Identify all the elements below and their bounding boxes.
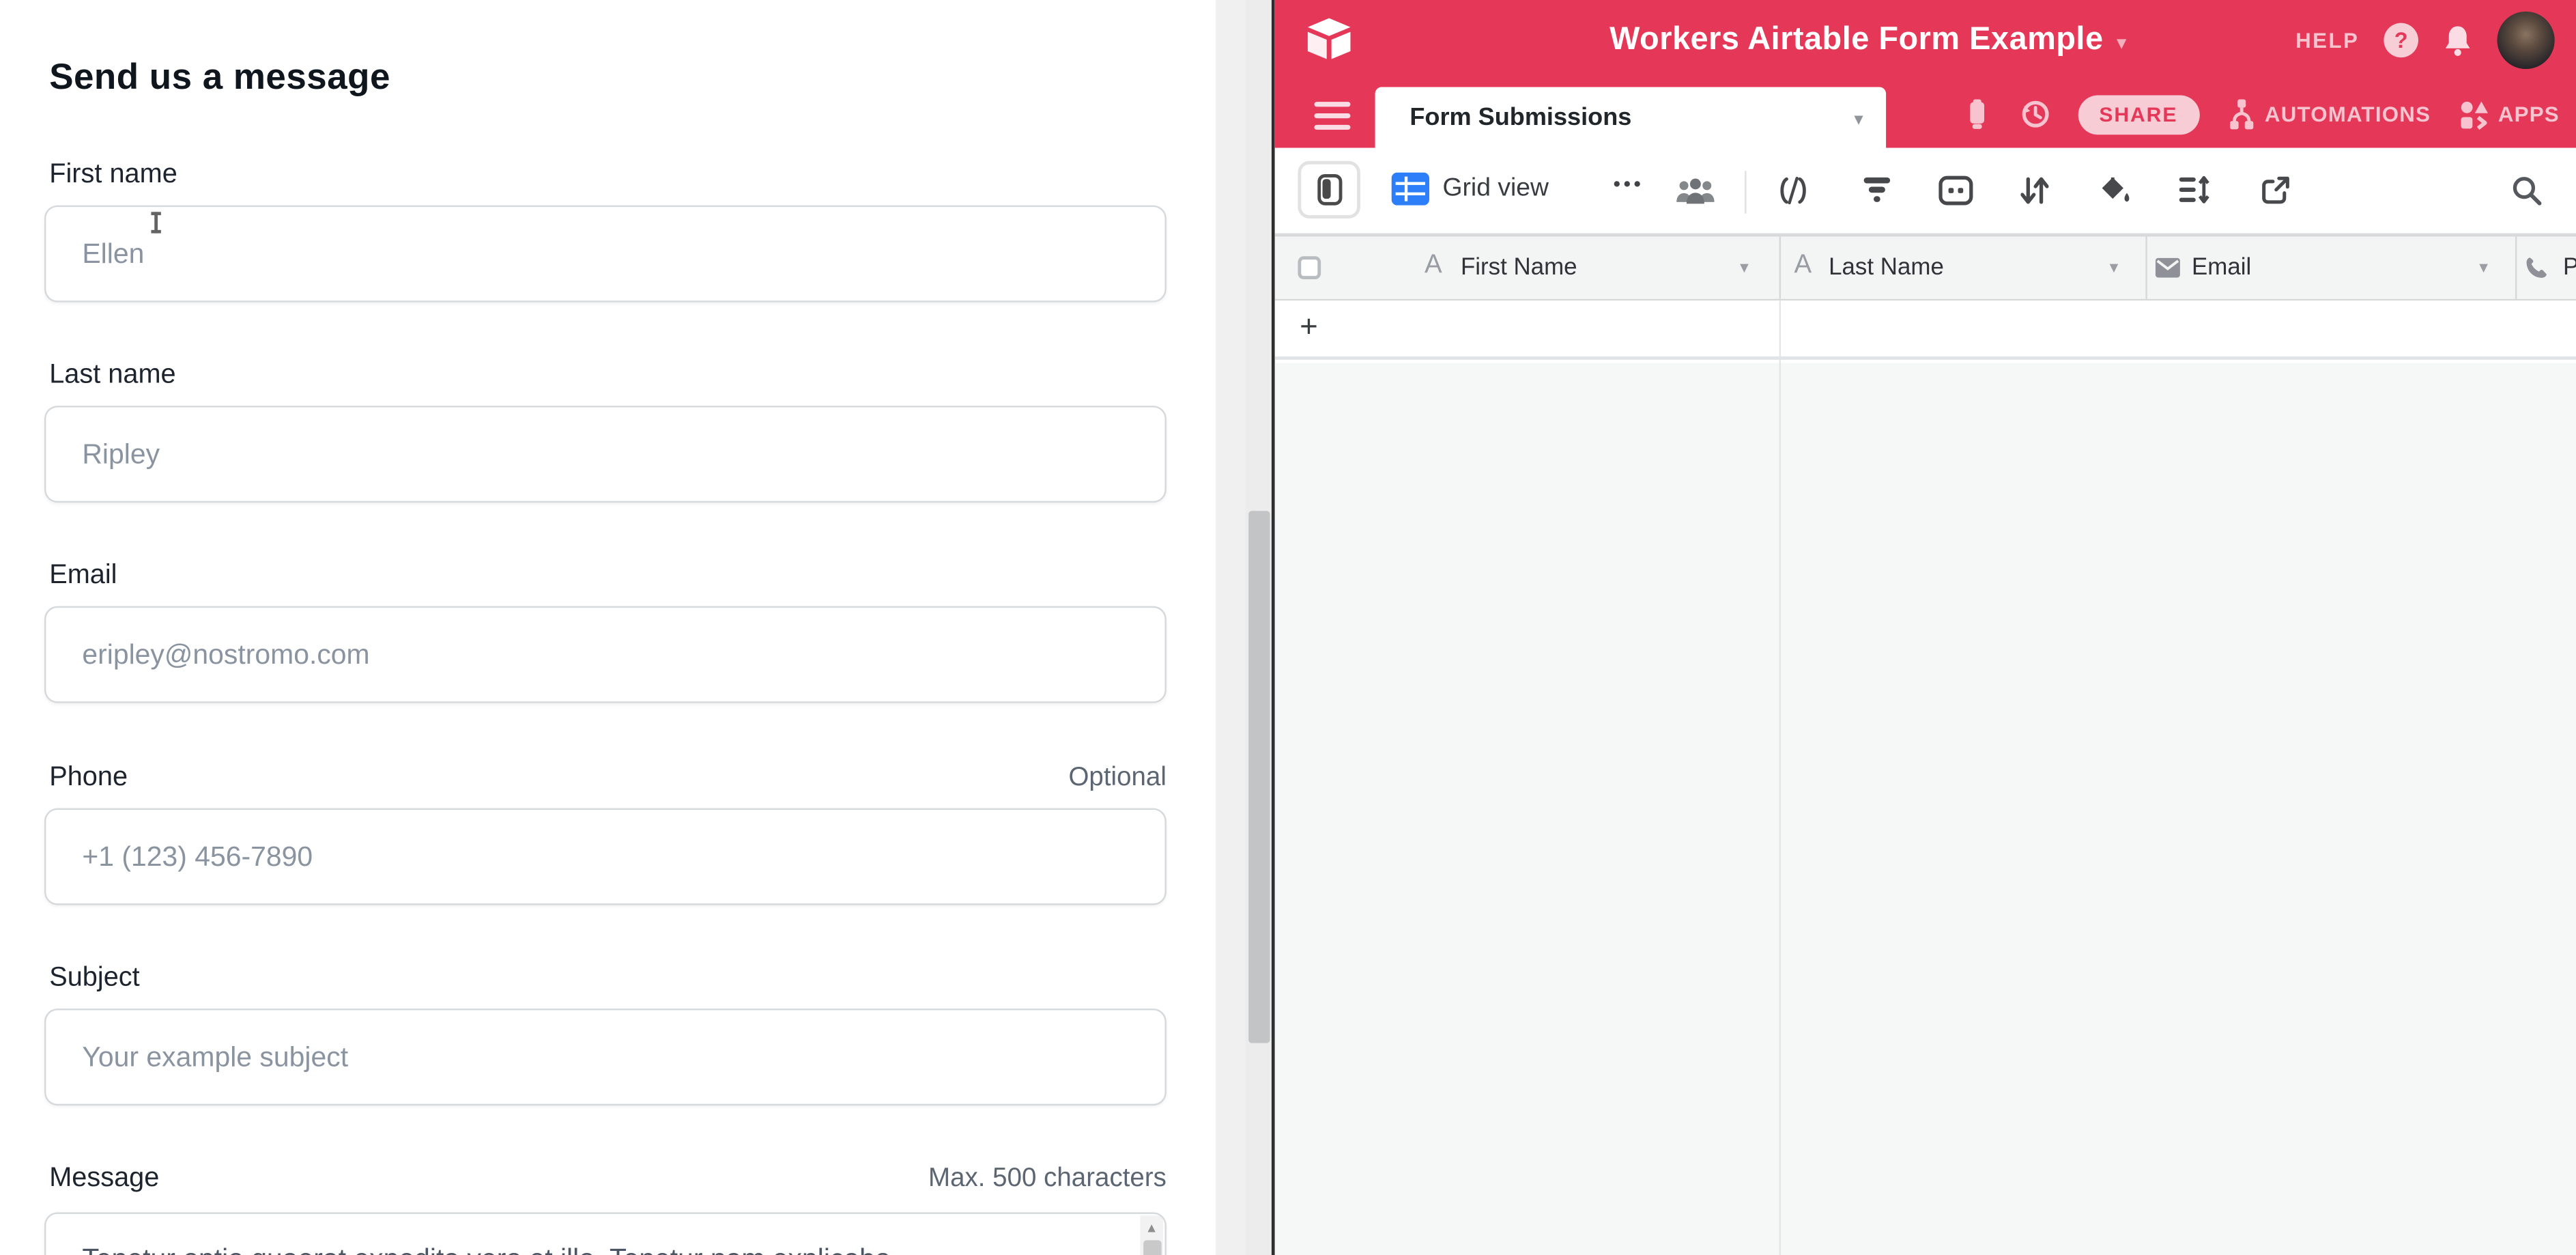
base-title-caret-icon[interactable]: ▾ <box>2117 26 2127 54</box>
subject-label: Subject <box>49 963 139 994</box>
column-caret-icon[interactable]: ▾ <box>2479 258 2488 278</box>
color-icon[interactable] <box>2100 175 2131 205</box>
search-icon[interactable] <box>2512 175 2541 205</box>
filter-icon[interactable] <box>1863 175 1891 203</box>
apps-label: APPS <box>2498 102 2560 126</box>
text-cursor-icon <box>154 212 157 233</box>
text-field-type-icon: A <box>1425 251 1442 281</box>
apps-button[interactable]: APPS <box>2459 100 2560 129</box>
apps-icon <box>2459 100 2488 129</box>
last-name-input[interactable] <box>44 406 1167 503</box>
first-name-input[interactable] <box>44 206 1167 302</box>
share-button-label: SHARE <box>2099 102 2177 126</box>
message-max-hint: Max. 500 characters <box>928 1165 1167 1194</box>
topbar-right-cluster: HELP ? <box>2295 0 2554 81</box>
text-field-type-icon: A <box>1794 251 1812 281</box>
trash-icon[interactable] <box>1963 98 1991 130</box>
message-textarea[interactable]: Tenetur optio quaerat expedita vero et i… <box>44 1212 1167 1255</box>
add-record-plus-icon[interactable]: + <box>1300 300 1318 356</box>
phone-optional-hint: Optional <box>1068 764 1166 793</box>
table-header-row: A First Name ▾ A Last Name ▾ Email ▾ <box>1275 235 2576 300</box>
column-header-phone[interactable]: Phone <box>2563 255 2576 281</box>
page-scrollbar-thumb[interactable] <box>1248 511 1269 1043</box>
menu-hamburger-icon[interactable] <box>1315 102 1351 130</box>
view-more-options-icon[interactable]: ••• <box>1614 173 1644 196</box>
history-icon[interactable] <box>2018 98 2050 130</box>
share-view-icon[interactable] <box>2261 175 2290 205</box>
column-header-last-name[interactable]: Last Name <box>1829 255 1944 281</box>
group-icon[interactable] <box>1938 175 1973 205</box>
share-button[interactable]: SHARE <box>2078 94 2199 134</box>
views-sidebar-toggle-button[interactable] <box>1298 160 1360 218</box>
add-record-row[interactable]: + <box>1275 300 2576 360</box>
grid-empty-area <box>1275 363 2576 1255</box>
sidebar-panel-icon <box>1317 173 1341 205</box>
airtable-logo-icon[interactable] <box>1304 16 1354 61</box>
help-question-icon[interactable]: ? <box>2384 23 2418 58</box>
airtable-panel: Workers Airtable Form Example ▾ HELP ? F… <box>1275 0 2576 1255</box>
column-separator[interactable] <box>1779 236 1781 298</box>
base-title-menu[interactable]: Workers Airtable Form Example ▾ <box>1456 0 2280 81</box>
form-title: Send us a message <box>49 56 390 99</box>
grid-view-icon[interactable] <box>1392 173 1429 206</box>
sort-icon[interactable] <box>2021 175 2049 205</box>
hide-fields-icon[interactable] <box>1777 175 1809 205</box>
page-scrollbar <box>1216 0 1271 1255</box>
last-name-label: Last name <box>49 360 175 391</box>
frozen-column-divider <box>1779 300 1781 1255</box>
email-field-type-icon <box>2156 258 2180 278</box>
select-all-checkbox[interactable] <box>1298 256 1321 279</box>
message-scrollbar[interactable]: ▲ <box>1140 1215 1163 1255</box>
email-label: Email <box>49 560 117 591</box>
column-separator[interactable] <box>2515 236 2517 298</box>
base-title[interactable]: Workers Airtable Form Example <box>1609 21 2103 59</box>
phone-input[interactable] <box>44 808 1167 905</box>
phone-label: Phone <box>49 762 128 793</box>
column-header-email[interactable]: Email <box>2192 255 2251 281</box>
view-toolbar: Grid view ••• <box>1275 148 2576 236</box>
tab-caret-icon[interactable]: ▾ <box>1854 105 1863 130</box>
subject-input[interactable] <box>44 1009 1167 1105</box>
automations-label: AUTOMATIONS <box>2265 102 2431 126</box>
first-name-label: First name <box>49 159 177 191</box>
column-caret-icon[interactable]: ▾ <box>2110 258 2119 278</box>
phone-field-type-icon <box>2525 256 2549 279</box>
screen: Send us a message First name Last name E… <box>0 0 2576 1255</box>
email-input[interactable] <box>44 606 1167 703</box>
row-height-icon[interactable] <box>2179 175 2210 203</box>
help-button[interactable]: HELP <box>2295 28 2359 53</box>
message-scrollbar-thumb[interactable] <box>1143 1240 1160 1255</box>
view-name-button[interactable]: Grid view <box>1442 174 1549 203</box>
contact-form-panel: Send us a message First name Last name E… <box>0 0 1216 1255</box>
tab-form-submissions[interactable]: Form Submissions ▾ <box>1375 87 1887 148</box>
user-avatar[interactable] <box>2497 12 2554 69</box>
tabbar-right-cluster: SHARE AUTOMATIONS <box>1963 81 2560 148</box>
message-label: Message <box>49 1163 159 1194</box>
bell-icon[interactable] <box>2443 24 2472 57</box>
message-text: Tenetur optio quaerat expedita vero et i… <box>46 1214 1135 1255</box>
table-tab-label: Form Submissions <box>1409 104 1631 132</box>
automations-button[interactable]: AUTOMATIONS <box>2227 98 2431 130</box>
automations-icon <box>2227 98 2255 130</box>
column-separator[interactable] <box>2146 236 2147 298</box>
column-header-first-name[interactable]: First Name <box>1461 255 1577 281</box>
column-caret-icon[interactable]: ▾ <box>1740 258 1749 278</box>
scroll-up-arrow-icon[interactable]: ▲ <box>1140 1220 1163 1235</box>
collaborators-icon[interactable] <box>1674 175 1717 205</box>
toolbar-divider <box>1745 171 1746 214</box>
